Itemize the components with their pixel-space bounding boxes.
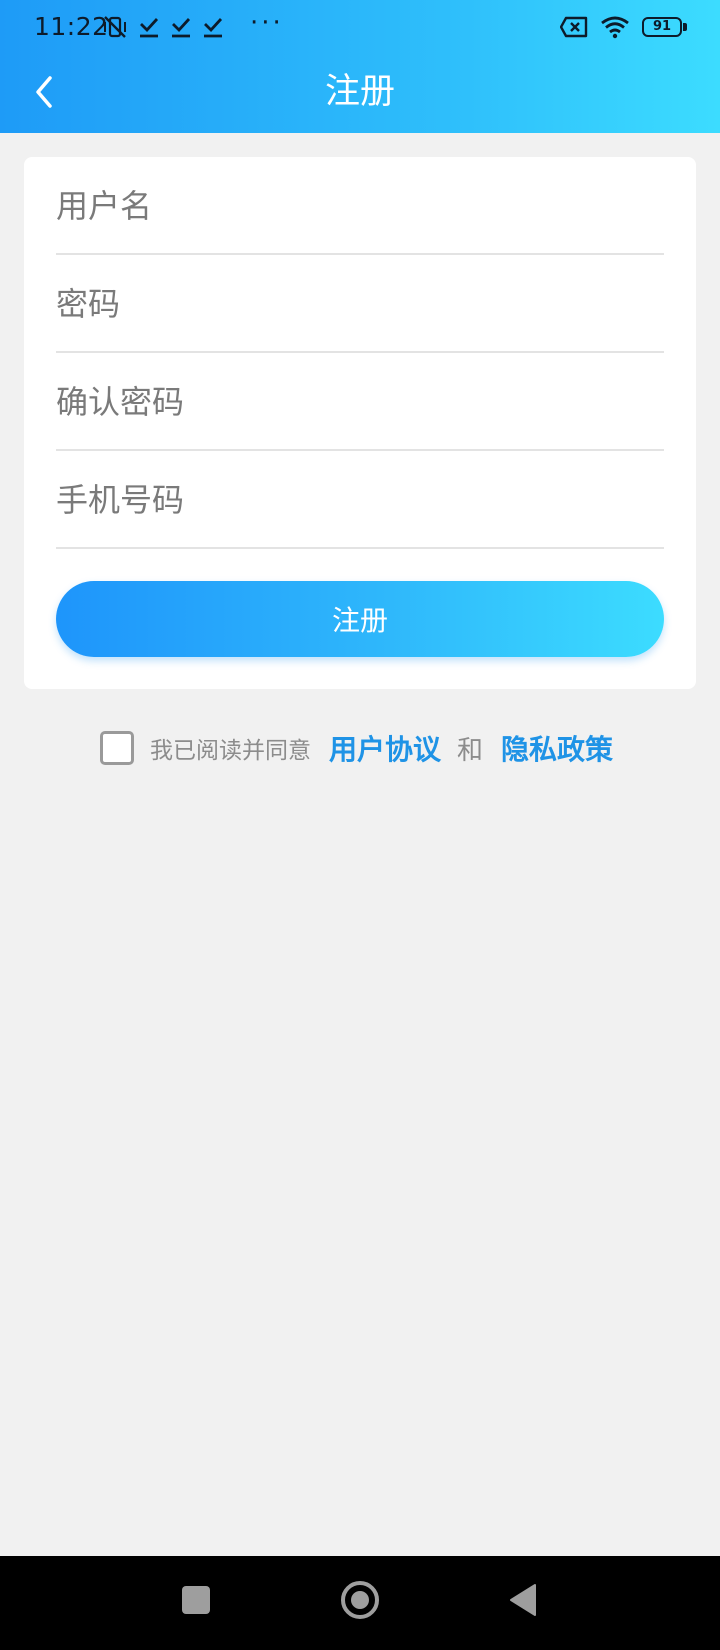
- home-icon[interactable]: [341, 1581, 379, 1619]
- status-time: 11:22: [34, 12, 109, 41]
- register-form-card: 注册: [24, 157, 696, 689]
- battery-level: 91: [652, 19, 672, 34]
- vibrate-off-icon: [104, 16, 126, 38]
- phone-field: [56, 453, 664, 549]
- status-notification-icons: [102, 12, 234, 42]
- status-bar: 11:22 ··· 91: [0, 0, 720, 54]
- agree-text: 我已阅读并同意: [150, 738, 311, 764]
- download-done-icon: [140, 18, 159, 38]
- wifi-icon: [601, 16, 629, 39]
- sim-error-icon: [560, 16, 588, 38]
- agree-checkbox[interactable]: [100, 731, 134, 765]
- agreement-row: 我已阅读并同意 用户协议 和 隐私政策: [100, 728, 613, 768]
- more-notifications-icon: ···: [250, 8, 284, 38]
- status-system-icons: 91: [548, 12, 687, 42]
- app-header: 11:22 ··· 91 注册: [0, 0, 720, 133]
- confirm-password-input[interactable]: [56, 355, 664, 449]
- battery-icon: 91: [642, 17, 687, 37]
- username-field: [56, 159, 664, 255]
- user-agreement-link[interactable]: 用户协议: [329, 728, 441, 768]
- confirm-password-field: [56, 355, 664, 451]
- username-input[interactable]: [56, 159, 664, 253]
- download-done-icon: [204, 18, 223, 38]
- page-title: 注册: [324, 72, 395, 112]
- recent-apps-icon[interactable]: [182, 1586, 210, 1614]
- back-triangle-icon[interactable]: [508, 1582, 538, 1618]
- password-input[interactable]: [56, 257, 664, 351]
- and-text: 和: [457, 735, 484, 766]
- register-button[interactable]: 注册: [56, 581, 664, 657]
- privacy-policy-link[interactable]: 隐私政策: [501, 728, 613, 768]
- password-field: [56, 257, 664, 353]
- phone-input[interactable]: [56, 453, 664, 547]
- system-navigation-bar: [0, 1556, 720, 1650]
- download-done-icon: [172, 18, 191, 38]
